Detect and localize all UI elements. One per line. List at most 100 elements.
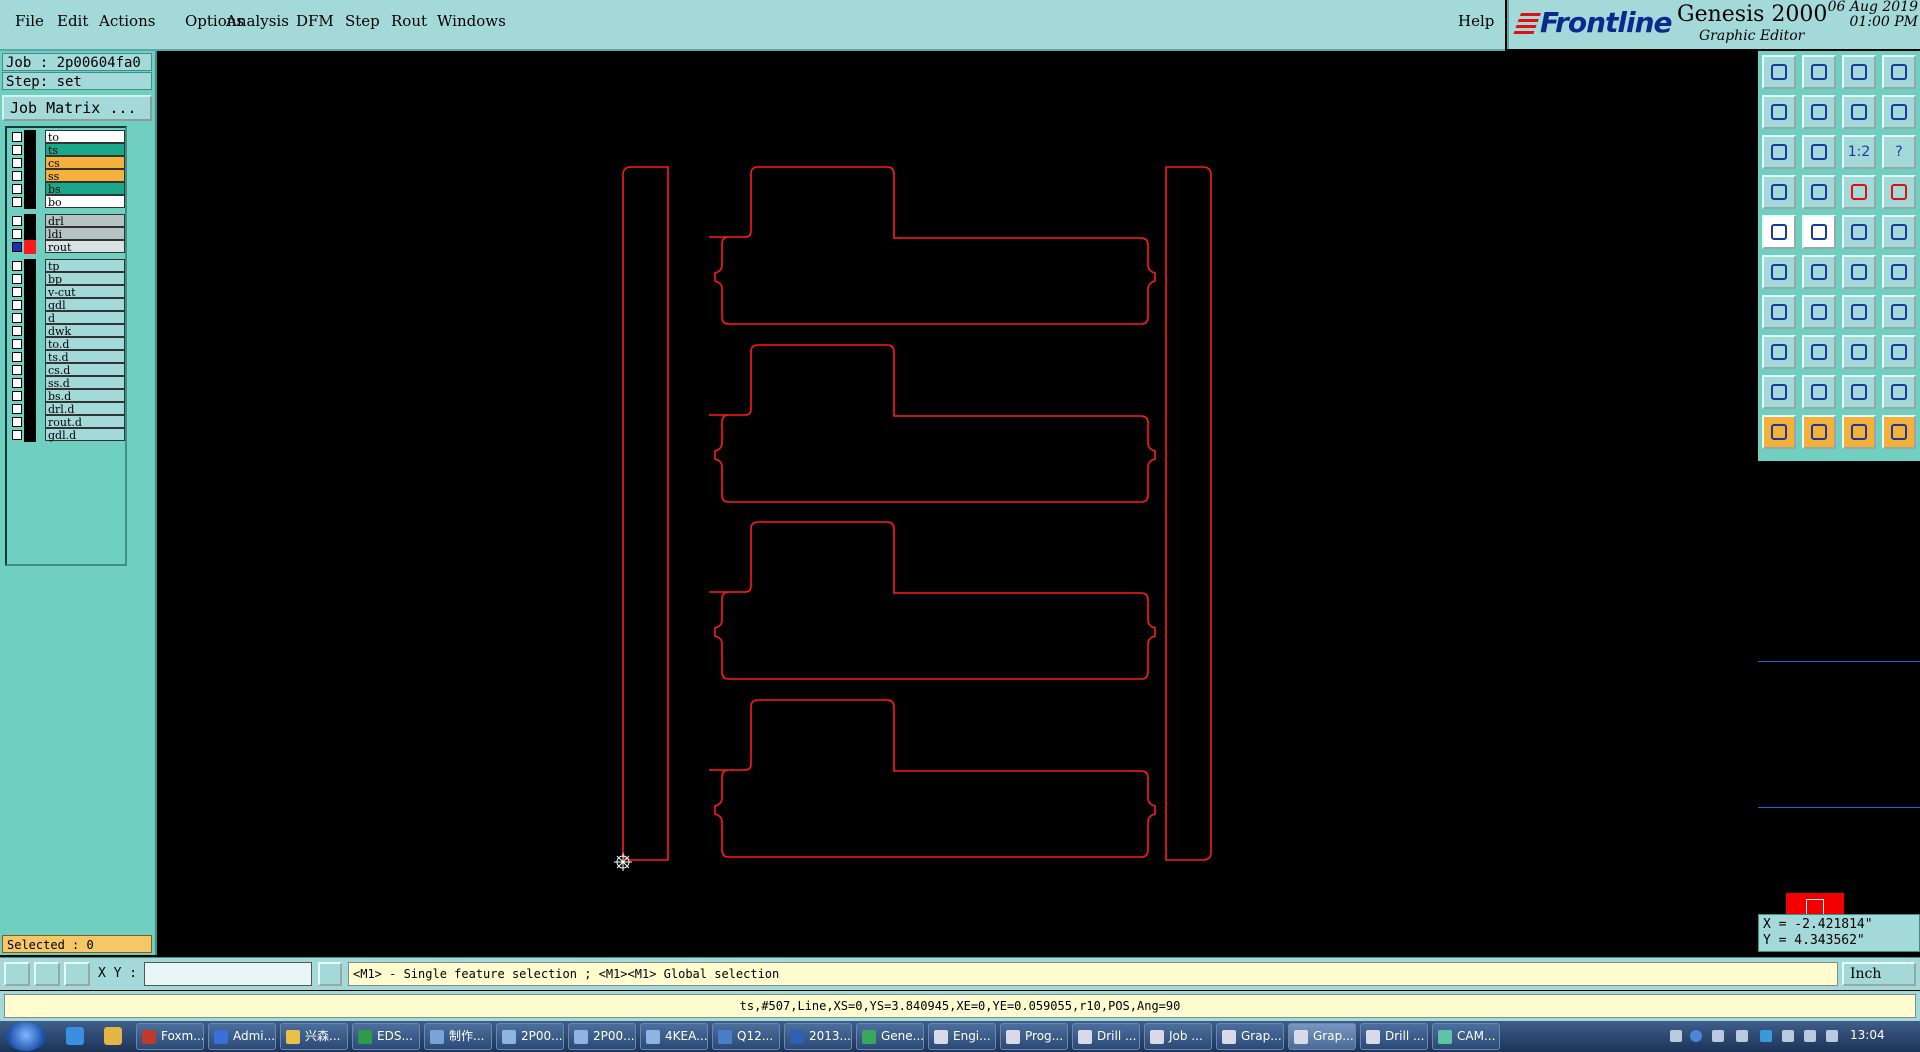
taskbar-item[interactable]: Gene... <box>856 1023 924 1050</box>
layer-row-ldi[interactable]: ldi <box>10 227 128 241</box>
tray-keyboard-icon[interactable] <box>1670 1030 1682 1042</box>
layer-checkbox[interactable] <box>12 274 22 284</box>
menu-windows[interactable]: Windows <box>437 12 506 30</box>
taskbar-item[interactable]: Engi... <box>928 1023 996 1050</box>
layer-row-ts[interactable]: ts <box>10 143 128 157</box>
menu-dfm[interactable]: DFM <box>296 12 334 30</box>
tool-letter-a-icon[interactable] <box>1802 375 1836 409</box>
layer-row-rout.d[interactable]: rout.d <box>10 415 128 429</box>
tray-security-icon[interactable] <box>1782 1030 1794 1042</box>
taskbar-item[interactable]: 2P00... <box>568 1023 636 1050</box>
taskbar-item[interactable]: CAM... <box>1432 1023 1500 1050</box>
tool-save-icon[interactable] <box>1802 55 1836 89</box>
tool-minus-line-icon[interactable] <box>1802 335 1836 369</box>
panel-outline-1[interactable] <box>709 166 1156 325</box>
taskbar-item[interactable]: Drill ... <box>1360 1023 1428 1050</box>
layer-row-v-cut[interactable]: v-cut <box>10 285 128 299</box>
one-to-two-button[interactable]: 1:2 <box>1842 135 1876 169</box>
layer-row-to[interactable]: to <box>10 130 128 144</box>
layer-name[interactable]: to.d <box>45 337 125 351</box>
layer-name[interactable]: rout.d <box>45 415 125 429</box>
info-button[interactable] <box>318 962 342 986</box>
menu-step[interactable]: Step <box>345 12 380 30</box>
layer-name[interactable]: to <box>45 130 125 144</box>
taskbar-item[interactable]: Prog... <box>1000 1023 1068 1050</box>
layer-checkbox[interactable] <box>12 145 22 155</box>
tool-pan-left-icon[interactable] <box>1762 95 1796 129</box>
layer-name[interactable]: ts.d <box>45 350 125 364</box>
layer-checkbox[interactable] <box>12 352 22 362</box>
taskbar-item[interactable]: EDS... <box>352 1023 420 1050</box>
layer-name[interactable]: drl.d <box>45 402 125 416</box>
snap-mode-button[interactable] <box>4 962 30 986</box>
layer-checkbox[interactable] <box>12 391 22 401</box>
measure-mode-button[interactable] <box>34 962 60 986</box>
tool-arc-icon[interactable] <box>1842 295 1876 329</box>
layer-row-bs[interactable]: bs <box>10 182 128 196</box>
tool-pan-right-icon[interactable] <box>1802 95 1836 129</box>
layer-name[interactable]: bp <box>45 272 125 286</box>
menu-actions[interactable]: Actions <box>99 12 155 30</box>
rail-left[interactable] <box>622 166 669 861</box>
layer-checkbox[interactable] <box>12 365 22 375</box>
layer-checkbox[interactable] <box>12 216 22 226</box>
ie-icon[interactable] <box>66 1027 84 1045</box>
tool-pad-icon[interactable] <box>1762 215 1796 249</box>
layer-checkbox[interactable] <box>12 171 22 181</box>
layer-row-bo[interactable]: bo <box>10 195 128 209</box>
layer-checkbox[interactable] <box>12 242 22 252</box>
taskbar-item[interactable]: Grap... <box>1288 1023 1356 1050</box>
menu-analysis[interactable]: Analysis <box>226 12 289 30</box>
taskbar-item[interactable]: 4KEA... <box>640 1023 708 1050</box>
taskbar-item[interactable]: Q12... <box>712 1023 780 1050</box>
layer-name[interactable]: rout <box>45 240 125 254</box>
tool-pin-blue-icon[interactable] <box>1882 175 1916 209</box>
panel-outline-3[interactable] <box>709 521 1156 680</box>
tool-break-icon[interactable] <box>1882 295 1916 329</box>
layer-name[interactable]: bo <box>45 195 125 209</box>
tool-line-icon[interactable] <box>1802 295 1836 329</box>
taskbar-item[interactable]: Job ... <box>1144 1023 1212 1050</box>
layer-name[interactable]: bs <box>45 182 125 196</box>
layer-row-bp[interactable]: bp <box>10 272 128 286</box>
layer-row-rout[interactable]: rout <box>10 240 128 254</box>
layer-checkbox[interactable] <box>12 300 22 310</box>
tray-display-icon[interactable] <box>1804 1030 1816 1042</box>
layer-row-bs.d[interactable]: bs.d <box>10 389 128 403</box>
layer-row-cs[interactable]: cs <box>10 156 128 170</box>
tool-select-box-icon[interactable] <box>1802 415 1836 449</box>
taskbar-item[interactable]: 兴森... <box>280 1023 348 1050</box>
tool-letter-a-bold-icon[interactable] <box>1842 375 1876 409</box>
tool-select-multi-icon[interactable] <box>1842 415 1876 449</box>
layer-row-gdl[interactable]: gdl <box>10 298 128 312</box>
taskbar-item[interactable]: Foxm... <box>136 1023 204 1050</box>
tray-network-icon[interactable] <box>1760 1030 1772 1042</box>
tool-zoom-fit-icon[interactable] <box>1762 135 1796 169</box>
job-matrix-button[interactable]: Job Matrix ... <box>2 95 152 121</box>
layer-row-ss[interactable]: ss <box>10 169 128 183</box>
overview-map[interactable] <box>1758 461 1920 961</box>
layer-row-ss.d[interactable]: ss.d <box>10 376 128 390</box>
tool-select-arrow-icon[interactable] <box>1762 415 1796 449</box>
xy-input[interactable] <box>144 962 312 986</box>
layer-checkbox[interactable] <box>12 313 22 323</box>
layer-checkbox[interactable] <box>12 229 22 239</box>
layer-checkbox[interactable] <box>12 287 22 297</box>
tool-feature-icon[interactable] <box>1802 175 1836 209</box>
layer-checkbox[interactable] <box>12 417 22 427</box>
layer-checkbox[interactable] <box>12 378 22 388</box>
tool-grid-icon[interactable] <box>1882 335 1916 369</box>
tray-help-icon[interactable] <box>1690 1030 1702 1042</box>
panel-outline-4[interactable] <box>709 699 1156 858</box>
tray-expand-icon[interactable] <box>1736 1030 1748 1042</box>
layer-row-d[interactable]: d <box>10 311 128 325</box>
menu-help[interactable]: Help <box>1458 12 1494 30</box>
layer-row-gdl.d[interactable]: gdl.d <box>10 428 128 442</box>
tool-triangle-icon[interactable] <box>1762 375 1796 409</box>
tool-layout-icon[interactable] <box>1882 55 1916 89</box>
units-selector[interactable]: Inch <box>1842 962 1916 986</box>
layer-row-drl[interactable]: drl <box>10 214 128 228</box>
layer-name[interactable]: tp <box>45 259 125 273</box>
layer-checkbox[interactable] <box>12 158 22 168</box>
tool-redraw-icon[interactable] <box>1882 95 1916 129</box>
